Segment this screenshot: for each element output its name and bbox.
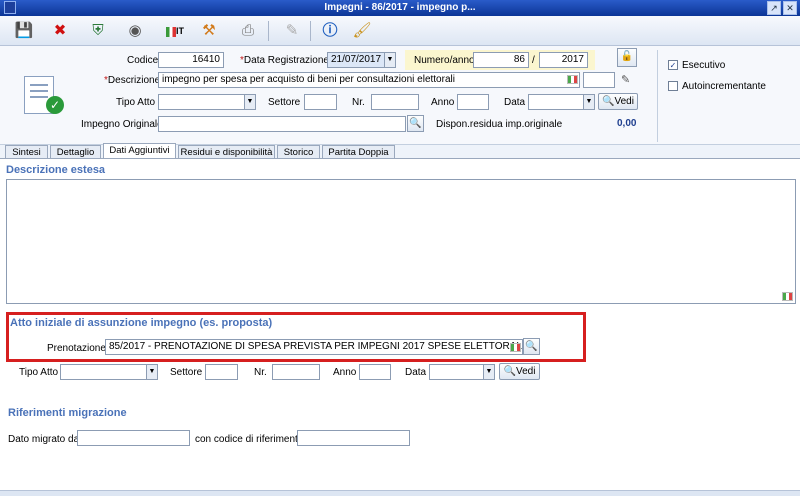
anno-label: Anno (431, 97, 455, 108)
chevron-down-icon[interactable]: ▼ (244, 95, 255, 109)
tools-icon[interactable]: ⚒ (199, 21, 219, 41)
impegno-originale-label: Impegno Originale (81, 119, 163, 130)
settore-field[interactable] (205, 364, 238, 380)
esecutivo-label: Esecutivo (682, 60, 726, 71)
language-flag-icon (782, 292, 793, 301)
delete-icon[interactable]: ✖ (50, 21, 70, 41)
save-icon[interactable]: 💾 (14, 21, 34, 41)
window-titlebar: Impegni - 86/2017 - impegno p... (0, 0, 800, 16)
check-badge-icon: ✓ (46, 96, 64, 114)
tab-partita-doppia[interactable]: Partita Doppia (322, 145, 395, 159)
slash-label: / (532, 55, 535, 66)
dispon-residua-label: Dispon.residua imp.originale (436, 119, 563, 130)
tipo-atto-label: Tipo Atto (116, 97, 156, 108)
tipo-atto-select[interactable]: ▼ (60, 364, 158, 380)
language-flag-icon (567, 75, 578, 84)
data-label: Data (504, 97, 526, 108)
panel-divider (657, 50, 658, 142)
tab-residui-disponibilita[interactable]: Residui e disponibilità (178, 145, 275, 159)
codice-riferimento-label: con codice di riferimento (195, 434, 304, 445)
tab-storico[interactable]: Storico (277, 145, 320, 159)
search-icon: 🔍 (503, 366, 516, 377)
anno-atto-field[interactable] (359, 364, 391, 380)
dispon-residua-value: 0,00 (617, 118, 637, 129)
settore-label: Settore (268, 97, 301, 108)
toolbar-separator (310, 21, 311, 41)
eraser-icon[interactable]: ✎ (621, 73, 630, 86)
tab-dati-aggiuntivi[interactable]: Dati Aggiuntivi (103, 143, 176, 159)
close-window-icon[interactable]: ✕ (783, 1, 797, 15)
prenotazione-field[interactable]: 85/2017 - PRENOTAZIONE DI SPESA PREVISTA… (105, 339, 523, 355)
descrizione-extra-field[interactable] (583, 72, 615, 88)
codice-label: Codice (127, 55, 159, 66)
descrizione-field[interactable]: impegno per spesa per acquisto di beni p… (158, 72, 580, 88)
chevron-down-icon[interactable]: ▼ (483, 365, 494, 379)
anno-field[interactable]: 2017 (539, 52, 588, 68)
dato-migrato-field[interactable] (77, 430, 190, 446)
lock-icon[interactable]: 🔓 (617, 48, 637, 67)
data-registrazione-label: *Data Registrazione (240, 55, 329, 66)
riferimenti-migrazione-title: Riferimenti migrazione (8, 407, 127, 419)
nr-field[interactable] (371, 94, 419, 110)
tipo-atto-select[interactable]: ▼ (158, 94, 256, 110)
language-it-icon[interactable]: IT (162, 21, 188, 41)
prenotazione-label: Prenotazione (47, 343, 106, 354)
chevron-down-icon[interactable]: ▼ (146, 365, 157, 379)
nr-label: Nr. (254, 367, 267, 378)
descrizione-estesa-textarea[interactable] (6, 179, 796, 304)
data-atto-field[interactable]: ▼ (429, 364, 495, 380)
vedi-button[interactable]: 🔍Vedi (499, 363, 540, 380)
autoincrementante-label: Autoincrementante (682, 81, 766, 92)
impegno-originale-field[interactable] (158, 116, 406, 132)
search-icon[interactable]: 🔍 (407, 115, 424, 132)
info-icon[interactable]: ⓘ (320, 21, 340, 41)
brush-icon[interactable]: 🖌 (352, 21, 372, 41)
language-flag-icon (510, 343, 521, 352)
data-label: Data (405, 367, 427, 378)
settore-label: Settore (170, 367, 203, 378)
restore-icon[interactable]: ↗ (767, 1, 781, 15)
descrizione-estesa-title: Descrizione estesa (6, 164, 106, 176)
data-atto-field[interactable]: ▼ (528, 94, 595, 110)
nr-label: Nr. (352, 97, 365, 108)
search-icon: 🔍 (602, 96, 615, 107)
status-bar (0, 490, 800, 496)
shield-icon[interactable]: ⛨ (88, 21, 108, 41)
codice-field[interactable]: 16410 (158, 52, 224, 68)
descrizione-label: *Descrizione (104, 75, 161, 86)
window-title: Impegni - 86/2017 - impegno p... (324, 2, 476, 13)
app-icon (4, 1, 16, 14)
toolbar (0, 16, 800, 46)
print-icon[interactable]: ⎙ (238, 21, 258, 41)
toolbar-separator (268, 21, 269, 41)
nr-field[interactable] (272, 364, 320, 380)
anno-atto-field[interactable] (457, 94, 489, 110)
chevron-down-icon[interactable]: ▼ (583, 95, 594, 109)
atto-iniziale-title: Atto iniziale di assunzione impegno (es.… (10, 317, 273, 329)
codice-riferimento-field[interactable] (297, 430, 410, 446)
dato-migrato-label: Dato migrato da (8, 434, 80, 445)
tab-dettaglio[interactable]: Dettaglio (50, 145, 101, 159)
data-registrazione-field[interactable]: 21/07/2017 ▼ (327, 52, 396, 68)
settore-field[interactable] (304, 94, 337, 110)
search-icon[interactable]: 🔍 (523, 338, 540, 355)
vedi-button[interactable]: 🔍Vedi (598, 93, 638, 110)
tipo-atto-label: Tipo Atto (19, 367, 59, 378)
autoincrementante-checkbox[interactable] (668, 81, 678, 91)
helmet-icon[interactable]: ◉ (125, 21, 145, 41)
tab-sintesi[interactable]: Sintesi (5, 145, 48, 159)
anno-label: Anno (333, 367, 357, 378)
chevron-down-icon[interactable]: ▼ (384, 53, 395, 67)
numero-field[interactable]: 86 (473, 52, 529, 68)
disabled-icon: ✎ (285, 22, 299, 39)
esecutivo-checkbox[interactable]: ✓ (668, 60, 678, 70)
numero-anno-label: Numero/anno (414, 55, 475, 66)
